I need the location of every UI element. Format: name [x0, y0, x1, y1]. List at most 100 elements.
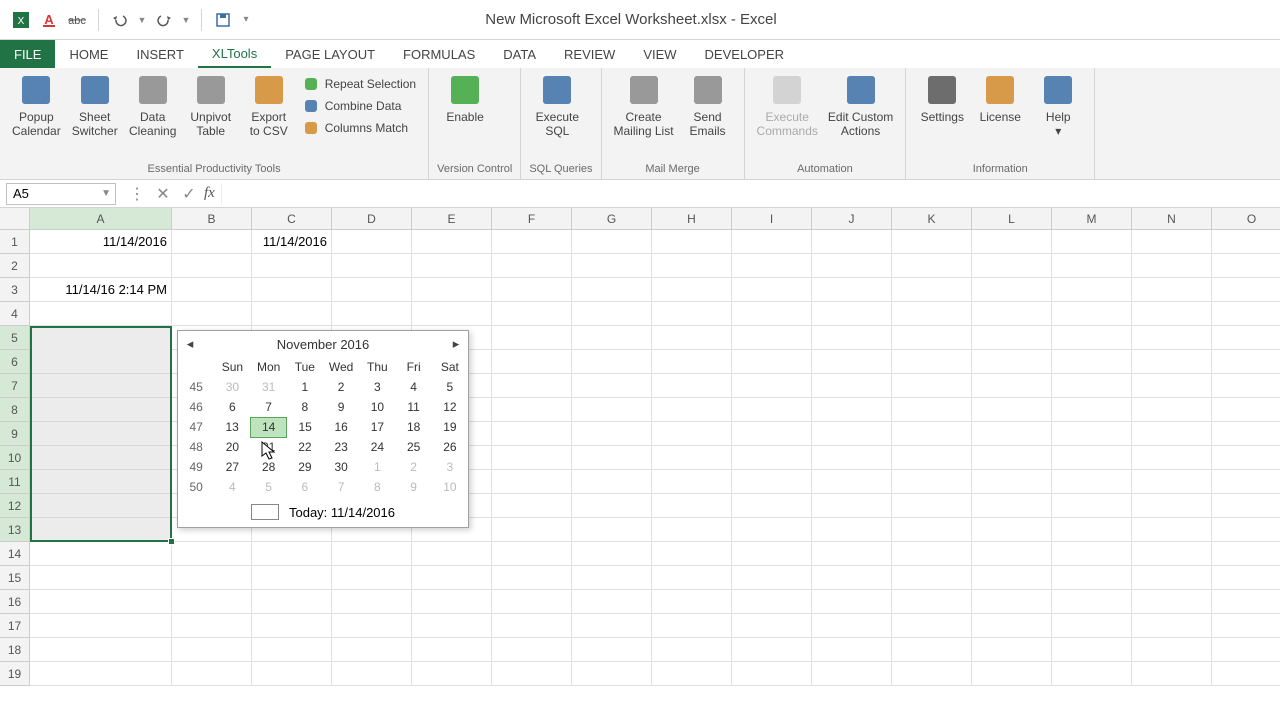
calendar-day[interactable]: 30: [323, 457, 359, 477]
popup-calendar-button[interactable]: PopupCalendar: [8, 72, 65, 141]
calendar-day[interactable]: 15: [287, 417, 323, 437]
cell[interactable]: [812, 350, 892, 374]
cell[interactable]: [812, 590, 892, 614]
calendar-day[interactable]: 1: [287, 377, 323, 397]
cell[interactable]: [572, 374, 652, 398]
tab-home[interactable]: HOME: [55, 40, 122, 68]
cell[interactable]: [812, 446, 892, 470]
cell[interactable]: [892, 422, 972, 446]
cell[interactable]: [652, 638, 732, 662]
cell[interactable]: [1212, 662, 1280, 686]
cell[interactable]: [252, 614, 332, 638]
redo-icon[interactable]: [153, 9, 175, 31]
cell[interactable]: [1212, 470, 1280, 494]
sheet-switcher-button[interactable]: SheetSwitcher: [67, 72, 123, 141]
cell[interactable]: [732, 326, 812, 350]
cell[interactable]: [572, 278, 652, 302]
cell[interactable]: [572, 494, 652, 518]
license-button[interactable]: License: [972, 72, 1028, 126]
calendar-day[interactable]: 12: [432, 397, 468, 417]
cell[interactable]: [30, 446, 172, 470]
cell[interactable]: [972, 590, 1052, 614]
cell[interactable]: [30, 614, 172, 638]
cell[interactable]: [30, 470, 172, 494]
cell[interactable]: [1052, 446, 1132, 470]
cell[interactable]: [812, 494, 892, 518]
chevron-down-icon[interactable]: ▼: [137, 9, 147, 31]
cell[interactable]: [1132, 494, 1212, 518]
calendar-day[interactable]: 2: [323, 377, 359, 397]
calendar-day[interactable]: 10: [432, 477, 468, 497]
cell[interactable]: [492, 614, 572, 638]
enter-icon[interactable]: ✓: [178, 183, 200, 205]
cell[interactable]: [892, 398, 972, 422]
calendar-day[interactable]: 8: [287, 397, 323, 417]
cell[interactable]: [30, 518, 172, 542]
cell[interactable]: [492, 374, 572, 398]
cell[interactable]: [732, 494, 812, 518]
column-header[interactable]: D: [332, 208, 412, 230]
prev-month-button[interactable]: ◂: [178, 336, 202, 352]
cell[interactable]: [652, 278, 732, 302]
cell[interactable]: [572, 302, 652, 326]
cell[interactable]: [972, 518, 1052, 542]
cell[interactable]: [1052, 254, 1132, 278]
cell[interactable]: [1132, 446, 1212, 470]
cell[interactable]: [972, 398, 1052, 422]
cell[interactable]: [652, 494, 732, 518]
cell[interactable]: [1132, 230, 1212, 254]
cell[interactable]: [972, 542, 1052, 566]
cell[interactable]: [492, 302, 572, 326]
cell[interactable]: [652, 518, 732, 542]
cell[interactable]: [1212, 614, 1280, 638]
cell[interactable]: [572, 638, 652, 662]
cell[interactable]: [572, 662, 652, 686]
cell[interactable]: [492, 542, 572, 566]
cell[interactable]: [972, 566, 1052, 590]
cell[interactable]: [1212, 518, 1280, 542]
cell[interactable]: [652, 614, 732, 638]
chevron-down-icon[interactable]: ▼: [181, 9, 191, 31]
cell[interactable]: [492, 278, 572, 302]
cell[interactable]: [30, 566, 172, 590]
cell[interactable]: [1132, 254, 1212, 278]
cell[interactable]: [812, 422, 892, 446]
row-header[interactable]: 6: [0, 350, 30, 374]
tab-view[interactable]: VIEW: [629, 40, 690, 68]
calendar-day[interactable]: 5: [432, 377, 468, 397]
calendar-day[interactable]: 29: [287, 457, 323, 477]
cell[interactable]: [1212, 374, 1280, 398]
cell[interactable]: [492, 422, 572, 446]
calendar-day[interactable]: 9: [323, 397, 359, 417]
cell[interactable]: [972, 422, 1052, 446]
calendar-day[interactable]: 26: [432, 437, 468, 457]
cell[interactable]: [1212, 230, 1280, 254]
cell[interactable]: [652, 446, 732, 470]
cell[interactable]: [1132, 302, 1212, 326]
cell[interactable]: [1212, 446, 1280, 470]
column-header[interactable]: O: [1212, 208, 1280, 230]
tab-file[interactable]: FILE: [0, 40, 55, 68]
calendar-day[interactable]: 23: [323, 437, 359, 457]
cell[interactable]: [972, 374, 1052, 398]
cell[interactable]: [812, 638, 892, 662]
row-header[interactable]: 18: [0, 638, 30, 662]
cell[interactable]: [1212, 302, 1280, 326]
cell[interactable]: [1052, 278, 1132, 302]
cell[interactable]: [652, 542, 732, 566]
cell[interactable]: [332, 566, 412, 590]
cell[interactable]: [812, 614, 892, 638]
cell[interactable]: [572, 398, 652, 422]
cell[interactable]: [812, 398, 892, 422]
cell[interactable]: [972, 470, 1052, 494]
cell[interactable]: [732, 638, 812, 662]
repeat-selection-button[interactable]: Repeat Selection: [299, 74, 420, 94]
cell[interactable]: [332, 638, 412, 662]
cell[interactable]: [1212, 254, 1280, 278]
save-icon[interactable]: [212, 9, 234, 31]
cell[interactable]: [492, 350, 572, 374]
cell[interactable]: 11/14/2016: [30, 230, 172, 254]
cell[interactable]: [492, 566, 572, 590]
cell[interactable]: [972, 350, 1052, 374]
cell[interactable]: [1212, 326, 1280, 350]
